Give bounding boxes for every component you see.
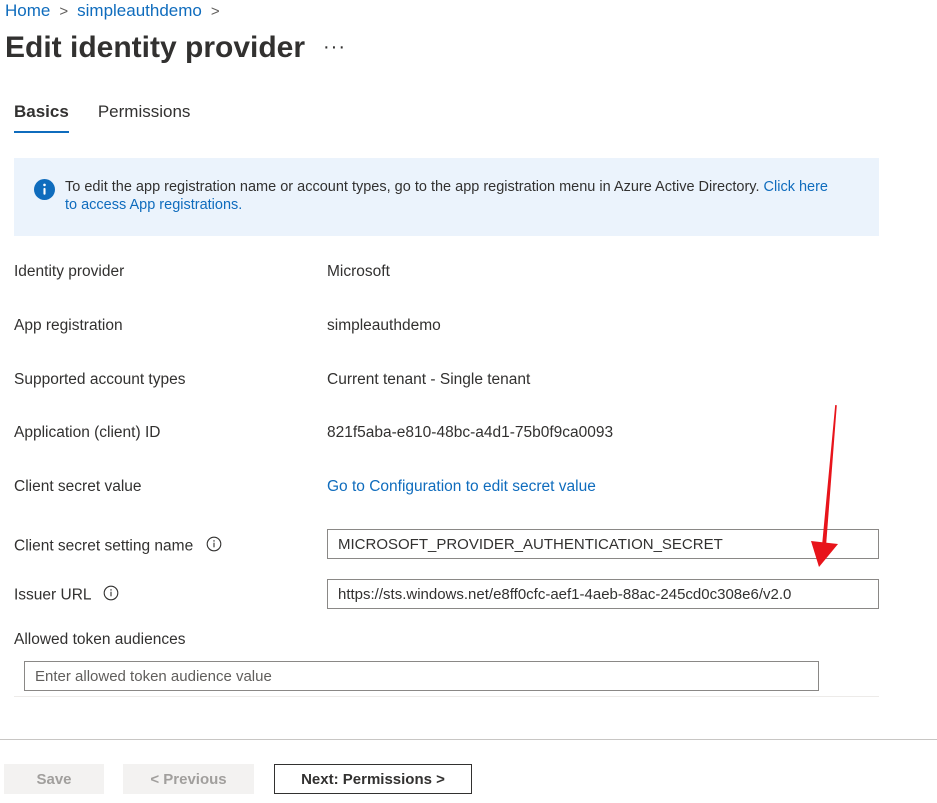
previous-button[interactable]: < Previous [123, 764, 254, 794]
tab-permissions[interactable]: Permissions [98, 102, 191, 133]
save-button[interactable]: Save [4, 764, 104, 794]
tab-basics[interactable]: Basics [14, 102, 69, 133]
issuer-url-input[interactable] [327, 579, 879, 609]
issuer-url-label: Issuer URL [14, 586, 91, 604]
info-banner: To edit the app registration name or acc… [14, 158, 879, 236]
client-secret-value-label: Client secret value [14, 478, 142, 495]
allowed-token-audiences-label: Allowed token audiences [14, 631, 186, 648]
breadcrumb-separator: > [210, 2, 220, 20]
supported-account-types-label: Supported account types [14, 371, 186, 388]
tab-bar: Basics Permissions [14, 102, 219, 133]
info-circle-icon[interactable] [206, 536, 222, 557]
client-id-value: 821f5aba-e810-48bc-a4d1-75b0f9ca0093 [327, 424, 614, 441]
allowed-token-audience-input[interactable] [24, 661, 819, 691]
info-circle-icon[interactable] [103, 585, 119, 606]
breadcrumb-current-link[interactable]: simpleauthdemo [77, 1, 202, 21]
footer-divider [0, 739, 937, 740]
app-registration-label: App registration [14, 317, 123, 334]
breadcrumb: Home > simpleauthdemo > [5, 1, 229, 21]
issuer-url-row: Issuer URL [14, 585, 119, 606]
breadcrumb-separator: > [59, 2, 69, 20]
page-title: Edit identity provider [5, 31, 306, 64]
supported-account-types-value: Current tenant - Single tenant [327, 371, 531, 388]
client-secret-setting-name-row: Client secret setting name [14, 536, 222, 557]
client-secret-setting-name-input[interactable] [327, 529, 879, 559]
app-registration-value: simpleauthdemo [327, 317, 441, 334]
breadcrumb-home-link[interactable]: Home [5, 1, 50, 21]
info-banner-text: To edit the app registration name or acc… [65, 179, 764, 195]
identity-provider-value: Microsoft [327, 263, 390, 280]
client-secret-setting-name-label: Client secret setting name [14, 537, 194, 555]
client-id-label: Application (client) ID [14, 424, 161, 441]
next-permissions-button[interactable]: Next: Permissions > [274, 764, 472, 794]
edit-secret-value-link[interactable]: Go to Configuration to edit secret value [327, 478, 596, 496]
identity-provider-label: Identity provider [14, 263, 125, 280]
info-filled-icon [34, 179, 55, 205]
more-options-button[interactable]: ··· [323, 36, 346, 59]
section-divider [14, 696, 879, 697]
